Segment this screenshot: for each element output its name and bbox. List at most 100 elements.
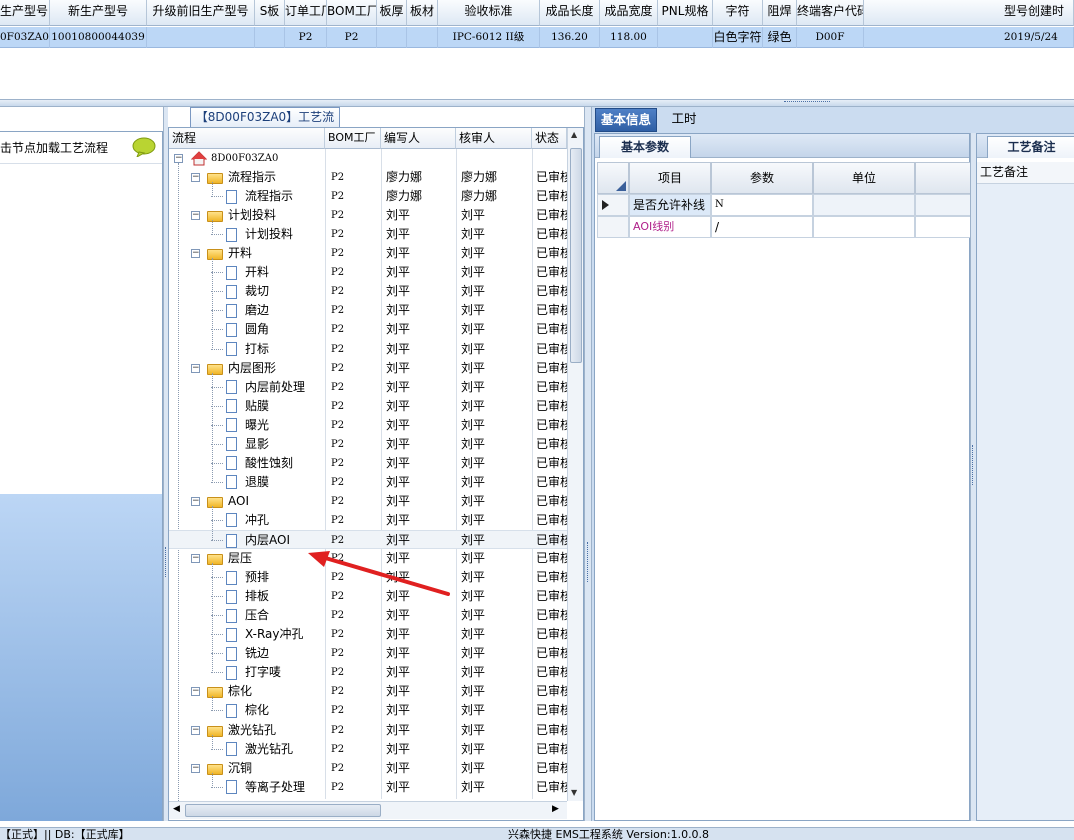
tree-step-node[interactable]: 贴膜 P2 刘平 刘平 已审核	[169, 397, 567, 416]
product-cell[interactable]: P2	[285, 27, 327, 48]
tree-step-node[interactable]: 酸性蚀刻 P2 刘平 刘平 已审核	[169, 454, 567, 473]
col-reviewer[interactable]: 核审人	[456, 128, 532, 149]
product-cell[interactable]	[377, 27, 407, 48]
product-cell[interactable]: 136.20	[540, 27, 600, 48]
scroll-up-icon[interactable]: ▲	[571, 130, 577, 139]
collapse-icon[interactable]: −	[191, 173, 200, 183]
param-item-cell[interactable]: AOI线别	[629, 216, 711, 238]
product-cell[interactable]: 白色字符	[713, 27, 763, 48]
collapse-icon[interactable]: −	[191, 725, 200, 735]
tree-step-node[interactable]: 开料 P2 刘平 刘平 已审核	[169, 263, 567, 282]
product-cell[interactable]	[658, 27, 713, 48]
param-value-cell[interactable]: N	[711, 194, 813, 216]
tree-step-node[interactable]: 铣边 P2 刘平 刘平 已审核	[169, 644, 567, 663]
splitter-grip-icon[interactable]	[784, 101, 830, 105]
header-acceptance-std[interactable]: 验收标准	[438, 0, 540, 26]
scroll-left-icon[interactable]: ◀	[173, 804, 180, 814]
scroll-right-icon[interactable]: ▶	[552, 804, 559, 814]
header-product-model[interactable]: 生产型号	[0, 0, 50, 26]
tree-group-node[interactable]: − 计划投料 P2 刘平 刘平 已审核	[169, 206, 567, 225]
product-cell[interactable]: IPC-6012 II级	[438, 27, 540, 48]
collapse-icon[interactable]: −	[191, 249, 200, 259]
col-header-item[interactable]: 项目	[629, 162, 711, 194]
header-customer-code[interactable]: 终端客户代码	[797, 0, 864, 26]
col-writer[interactable]: 编写人	[381, 128, 456, 149]
product-cell[interactable]	[407, 27, 438, 48]
col-flow[interactable]: 流程	[169, 128, 325, 149]
collapse-icon[interactable]: −	[191, 687, 200, 697]
header-old-product-model[interactable]: 升级前旧生产型号	[147, 0, 255, 26]
product-cell[interactable]: 2019/5/24	[864, 27, 1074, 48]
splitter-grip-icon[interactable]	[165, 547, 167, 577]
collapse-icon[interactable]: −	[191, 496, 200, 506]
col-header-unit[interactable]: 单位	[813, 162, 915, 194]
tree-step-node[interactable]: 流程指示 P2 廖力娜 廖力娜 已审核	[169, 187, 567, 206]
product-cell[interactable]: D00F	[797, 27, 864, 48]
header-silkscreen[interactable]: 字符	[713, 0, 763, 26]
tree-group-node[interactable]: − AOI P2 刘平 刘平 已审核	[169, 492, 567, 511]
col-bom-factory[interactable]: BOM工厂	[325, 128, 381, 149]
collapse-icon[interactable]: −	[191, 763, 200, 773]
param-unit-cell[interactable]	[813, 194, 915, 216]
tree-step-node[interactable]: 冲孔 P2 刘平 刘平 已审核	[169, 511, 567, 530]
tab-process-notes[interactable]: 工艺备注	[987, 136, 1074, 158]
tree-group-node[interactable]: − 开料 P2 刘平 刘平 已审核	[169, 244, 567, 263]
param-unit-cell[interactable]	[813, 216, 915, 238]
tree-step-node[interactable]: 打标 P2 刘平 刘平 已审核	[169, 340, 567, 359]
header-bom-factory[interactable]: BOM工厂	[327, 0, 377, 26]
product-cell[interactable]	[255, 27, 285, 48]
horizontal-splitter[interactable]	[0, 99, 1074, 107]
tree-group-node[interactable]: − 沉铜 P2 刘平 刘平 已审核	[169, 759, 567, 778]
splitter-grip-icon[interactable]	[972, 445, 974, 485]
product-cell[interactable]: P2	[327, 27, 377, 48]
header-new-product-model[interactable]: 新生产型号	[50, 0, 147, 26]
header-material[interactable]: 板材	[407, 0, 438, 26]
vertical-scroll-thumb[interactable]	[570, 148, 582, 363]
collapse-icon[interactable]: −	[174, 154, 183, 163]
collapse-icon[interactable]: −	[191, 363, 200, 373]
tree-step-node[interactable]: 磨边 P2 刘平 刘平 已审核	[169, 301, 567, 320]
tree-step-node[interactable]: 退膜 P2 刘平 刘平 已审核	[169, 473, 567, 492]
row-selector[interactable]	[597, 216, 629, 238]
tree-step-node[interactable]: 打字唛 P2 刘平 刘平 已审核	[169, 663, 567, 682]
tree-vertical-scrollbar[interactable]: ▲ ▼	[567, 128, 583, 801]
process-notes-textarea[interactable]	[977, 184, 1074, 820]
horizontal-scroll-thumb[interactable]	[185, 804, 381, 817]
collapse-icon[interactable]: −	[191, 554, 200, 564]
scroll-down-icon[interactable]: ▼	[571, 788, 577, 797]
header-created-time[interactable]: 型号创建时	[864, 0, 1074, 26]
middle-vertical-splitter[interactable]	[584, 107, 592, 821]
tree-step-node[interactable]: 圆角 P2 刘平 刘平 已审核	[169, 320, 567, 339]
row-selector-icon[interactable]	[597, 194, 629, 216]
header-length[interactable]: 成品长度	[540, 0, 600, 26]
tab-basic-info[interactable]: 基本信息	[595, 108, 657, 132]
tree-group-node[interactable]: − 棕化 P2 刘平 刘平 已审核	[169, 682, 567, 701]
product-cell[interactable]	[147, 27, 255, 48]
header-thickness[interactable]: 板厚	[377, 0, 407, 26]
tree-step-node[interactable]: 等离子处理 P2 刘平 刘平 已审核	[169, 778, 567, 797]
header-order-factory[interactable]: 订单工厂	[285, 0, 327, 26]
header-pnl-spec[interactable]: PNL规格	[658, 0, 713, 26]
tree-horizontal-scrollbar[interactable]: ◀ ▶	[169, 801, 567, 819]
header-s-board[interactable]: S板	[255, 0, 285, 26]
col-status[interactable]: 状态	[532, 128, 567, 149]
tree-step-node[interactable]: 激光钻孔 P2 刘平 刘平 已审核	[169, 740, 567, 759]
splitter-grip-icon[interactable]	[587, 542, 589, 582]
tree-group-node[interactable]: − 内层图形 P2 刘平 刘平 已审核	[169, 359, 567, 378]
subtab-basic-params[interactable]: 基本参数	[599, 136, 691, 158]
product-cell[interactable]: 0F03ZA0	[0, 27, 50, 48]
tree-step-node[interactable]: 曝光 P2 刘平 刘平 已审核	[169, 416, 567, 435]
tree-step-node[interactable]: 压合 P2 刘平 刘平 已审核	[169, 606, 567, 625]
tree-step-node[interactable]: 内层前处理 P2 刘平 刘平 已审核	[169, 378, 567, 397]
tree-title-tab[interactable]: 【8D00F03ZA0】工艺流程	[190, 107, 340, 142]
product-cell[interactable]: 118.00	[600, 27, 658, 48]
product-cell[interactable]: 绿色	[763, 27, 797, 48]
param-value-cell[interactable]: /	[711, 216, 813, 238]
tree-step-node[interactable]: 裁切 P2 刘平 刘平 已审核	[169, 282, 567, 301]
header-width[interactable]: 成品宽度	[600, 0, 658, 26]
tree-step-node[interactable]: 棕化 P2 刘平 刘平 已审核	[169, 701, 567, 720]
tree-step-node[interactable]: 显影 P2 刘平 刘平 已审核	[169, 435, 567, 454]
tree-group-node[interactable]: − 流程指示 P2 廖力娜 廖力娜 已审核	[169, 168, 567, 187]
tree-step-node[interactable]: X-Ray冲孔 P2 刘平 刘平 已审核	[169, 625, 567, 644]
header-solder-mask[interactable]: 阻焊	[763, 0, 797, 26]
